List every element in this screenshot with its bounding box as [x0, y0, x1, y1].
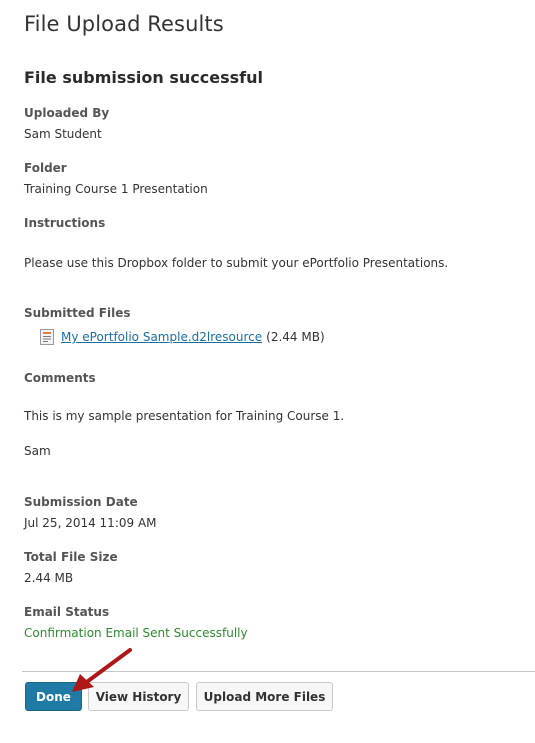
- submitted-file-link[interactable]: My ePortfolio Sample.d2lresource: [61, 330, 262, 344]
- submission-date-value: Jul 25, 2014 11:09 AM: [24, 516, 157, 530]
- instructions-value: Please use this Dropbox folder to submit…: [24, 256, 449, 270]
- page-title: File Upload Results: [24, 12, 224, 36]
- folder-value: Training Course 1 Presentation: [24, 182, 208, 196]
- submission-date-label: Submission Date: [24, 495, 138, 509]
- submitted-files-label: Submitted Files: [24, 306, 131, 320]
- total-file-size-value: 2.44 MB: [24, 571, 74, 585]
- comment-text: This is my sample presentation for Train…: [24, 409, 345, 423]
- comments-label: Comments: [24, 371, 96, 385]
- annotation-arrow-icon: [72, 648, 132, 692]
- file-size: (2.44 MB): [266, 330, 325, 344]
- file-icon: [40, 329, 54, 345]
- upload-more-files-button[interactable]: Upload More Files: [196, 682, 333, 711]
- total-file-size-label: Total File Size: [24, 550, 118, 564]
- folder-label: Folder: [24, 161, 67, 175]
- success-heading: File submission successful: [24, 68, 263, 87]
- upload-results-page: File Upload Results File submission succ…: [0, 0, 535, 743]
- instructions-label: Instructions: [24, 216, 106, 230]
- uploaded-by-value: Sam Student: [24, 127, 102, 141]
- submitted-file-row: My ePortfolio Sample.d2lresource (2.44 M…: [40, 329, 325, 345]
- comment-signature: Sam: [24, 444, 51, 458]
- email-status-value: Confirmation Email Sent Successfully: [24, 626, 248, 640]
- email-status-label: Email Status: [24, 605, 110, 619]
- uploaded-by-label: Uploaded By: [24, 106, 110, 120]
